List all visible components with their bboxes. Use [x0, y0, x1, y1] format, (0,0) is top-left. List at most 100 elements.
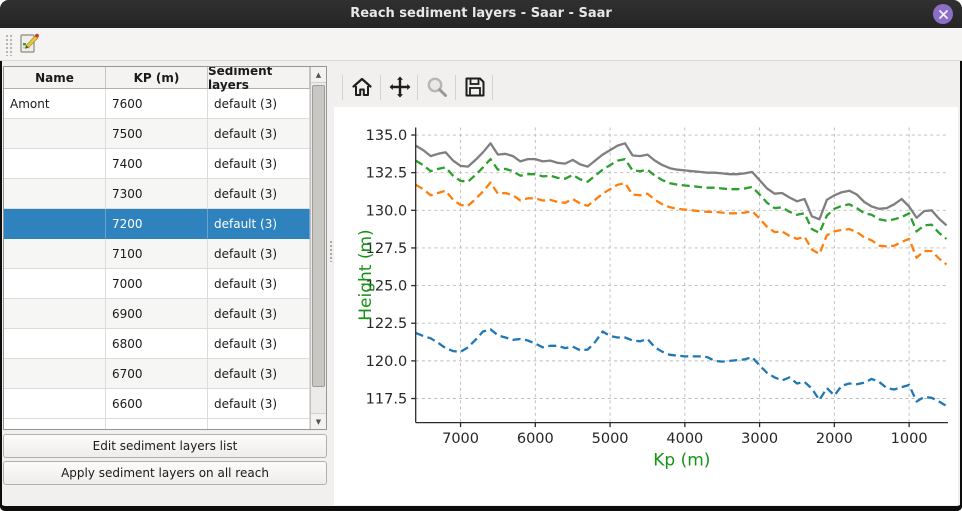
toolbar-separator — [417, 75, 418, 100]
cell-kp[interactable]: 6600 — [106, 389, 208, 419]
cell-sediment-layers[interactable]: default (3) — [208, 299, 310, 329]
titlebar[interactable]: Reach sediment layers - Saar - Saar — [0, 0, 962, 28]
x-axis-label: Kp (m) — [653, 451, 710, 471]
app-toolbar — [0, 28, 962, 61]
cell-sediment-layers[interactable]: default (3) — [208, 179, 310, 209]
gray-solid-top-line — [416, 143, 947, 225]
sediment-profile-chart[interactable]: 7000 6000 5000 4000 3000 2000 1000 135.0 132.5 13… — [334, 107, 958, 505]
home-icon — [350, 75, 374, 99]
toolbar-separator — [492, 75, 493, 100]
table-row[interactable]: 6900default (3) — [4, 299, 310, 329]
blue-dashed-line — [416, 329, 947, 406]
cell-name[interactable] — [4, 359, 106, 389]
table-row[interactable]: 7000default (3) — [4, 269, 310, 299]
table-row[interactable]: 7200default (3) — [4, 209, 310, 239]
cell-sediment-layers[interactable]: default (3) — [208, 329, 310, 359]
cell-kp[interactable]: 7100 — [106, 239, 208, 269]
table-row[interactable]: 6800default (3) — [4, 329, 310, 359]
plot-home-reset-button[interactable] — [348, 74, 375, 101]
svg-text:2000: 2000 — [816, 431, 853, 447]
chart-series-group — [416, 143, 947, 406]
cell-name[interactable] — [4, 269, 106, 299]
cell-name[interactable] — [4, 119, 106, 149]
cell-kp[interactable]: 7500 — [106, 119, 208, 149]
svg-text:117.5: 117.5 — [366, 392, 408, 408]
svg-text:5000: 5000 — [592, 431, 629, 447]
cell-sediment-layers[interactable]: default (3) — [208, 149, 310, 179]
cell-sediment-layers[interactable]: default (3) — [208, 119, 310, 149]
cell-name[interactable] — [4, 329, 106, 359]
cell-name[interactable] — [4, 209, 106, 239]
cell-name[interactable] — [4, 389, 106, 419]
orange-dashed-line — [416, 183, 947, 265]
chart-grid — [416, 128, 948, 423]
column-header-kp[interactable]: KP (m) — [106, 67, 208, 88]
svg-text:120.0: 120.0 — [366, 354, 408, 370]
cell-sediment-layers[interactable]: default (3) — [208, 269, 310, 299]
cell-kp[interactable]: 7200 — [106, 209, 208, 239]
chart-tick-labels: 7000 6000 5000 4000 3000 2000 1000 135.0 132.5 13… — [366, 128, 928, 447]
reach-sediment-layers-window: Reach sediment layers - Saar - Saar Name — [0, 0, 962, 511]
cell-kp[interactable]: 7000 — [106, 269, 208, 299]
table-row-partial — [4, 419, 310, 430]
table-row[interactable]: 7300default (3) — [4, 179, 310, 209]
edit-sediment-layers-button[interactable] — [15, 31, 42, 58]
cell-kp[interactable]: 7600 — [106, 89, 208, 119]
cell-name[interactable]: Amont — [4, 89, 106, 119]
scroll-down-arrow-icon[interactable]: ▼ — [311, 413, 326, 429]
cell-kp[interactable]: 7400 — [106, 149, 208, 179]
cell-sediment-layers[interactable]: default (3) — [208, 209, 310, 239]
magnifier-icon — [425, 75, 449, 99]
scroll-up-arrow-icon[interactable]: ▲ — [311, 67, 326, 83]
toolbar-separator — [455, 75, 456, 100]
toolbar-separator — [342, 75, 343, 100]
svg-text:135.0: 135.0 — [366, 128, 408, 144]
table-row[interactable]: 7500default (3) — [4, 119, 310, 149]
toolbar-drag-handle[interactable] — [5, 34, 14, 56]
cell-kp[interactable]: 7300 — [106, 179, 208, 209]
cell-sediment-layers[interactable]: default (3) — [208, 359, 310, 389]
cell-sediment-layers[interactable]: default (3) — [208, 89, 310, 119]
cell-name[interactable] — [4, 299, 106, 329]
table-row[interactable]: 6600default (3) — [4, 389, 310, 419]
table-scrollbar[interactable]: ▲ ▼ — [310, 67, 326, 429]
move-arrows-icon — [388, 75, 412, 99]
window-title: Reach sediment layers - Saar - Saar — [0, 0, 962, 28]
chart-canvas[interactable]: 7000 6000 5000 4000 3000 2000 1000 135.0 132.5 13… — [334, 107, 958, 505]
table-row[interactable]: Amont7600default (3) — [4, 89, 310, 119]
svg-text:130.0: 130.0 — [366, 203, 408, 219]
edit-sediment-layers-list-button[interactable]: Edit sediment layers list — [3, 434, 327, 458]
scrollbar-thumb[interactable] — [312, 85, 325, 387]
cell-name[interactable] — [4, 179, 106, 209]
column-header-sediment-layers[interactable]: Sediment layers — [208, 67, 310, 88]
pencil-form-edit-icon — [17, 32, 41, 56]
cell-name[interactable] — [4, 149, 106, 179]
svg-text:132.5: 132.5 — [366, 166, 408, 182]
close-button[interactable] — [933, 4, 953, 24]
table-row[interactable]: 7400default (3) — [4, 149, 310, 179]
svg-text:7000: 7000 — [442, 431, 479, 447]
svg-text:6000: 6000 — [517, 431, 554, 447]
cell-kp[interactable]: 6900 — [106, 299, 208, 329]
cross-sections-table: Name KP (m) Sediment layers Amont7600def… — [3, 66, 327, 430]
cell-sediment-layers[interactable]: default (3) — [208, 389, 310, 419]
table-header-row: Name KP (m) Sediment layers — [4, 67, 310, 89]
svg-text:3000: 3000 — [741, 431, 778, 447]
cell-name[interactable] — [4, 239, 106, 269]
svg-text:4000: 4000 — [666, 431, 703, 447]
table-row[interactable]: 6700default (3) — [4, 359, 310, 389]
cell-kp[interactable]: 6800 — [106, 329, 208, 359]
x-close-icon — [938, 9, 949, 20]
apply-sediment-layers-button[interactable]: Apply sediment layers on all reach — [3, 461, 327, 485]
svg-text:1000: 1000 — [891, 431, 928, 447]
table-row[interactable]: 7100default (3) — [4, 239, 310, 269]
y-axis-label: Height (m) — [356, 229, 376, 320]
column-header-name[interactable]: Name — [4, 67, 106, 88]
toolbar-separator — [380, 75, 381, 100]
table-body: Amont7600default (3)7500default (3)7400d… — [4, 89, 310, 430]
plot-pan-button[interactable] — [386, 74, 413, 101]
plot-zoom-button[interactable] — [423, 74, 450, 101]
cell-kp[interactable]: 6700 — [106, 359, 208, 389]
plot-save-button[interactable] — [461, 74, 488, 101]
cell-sediment-layers[interactable]: default (3) — [208, 239, 310, 269]
